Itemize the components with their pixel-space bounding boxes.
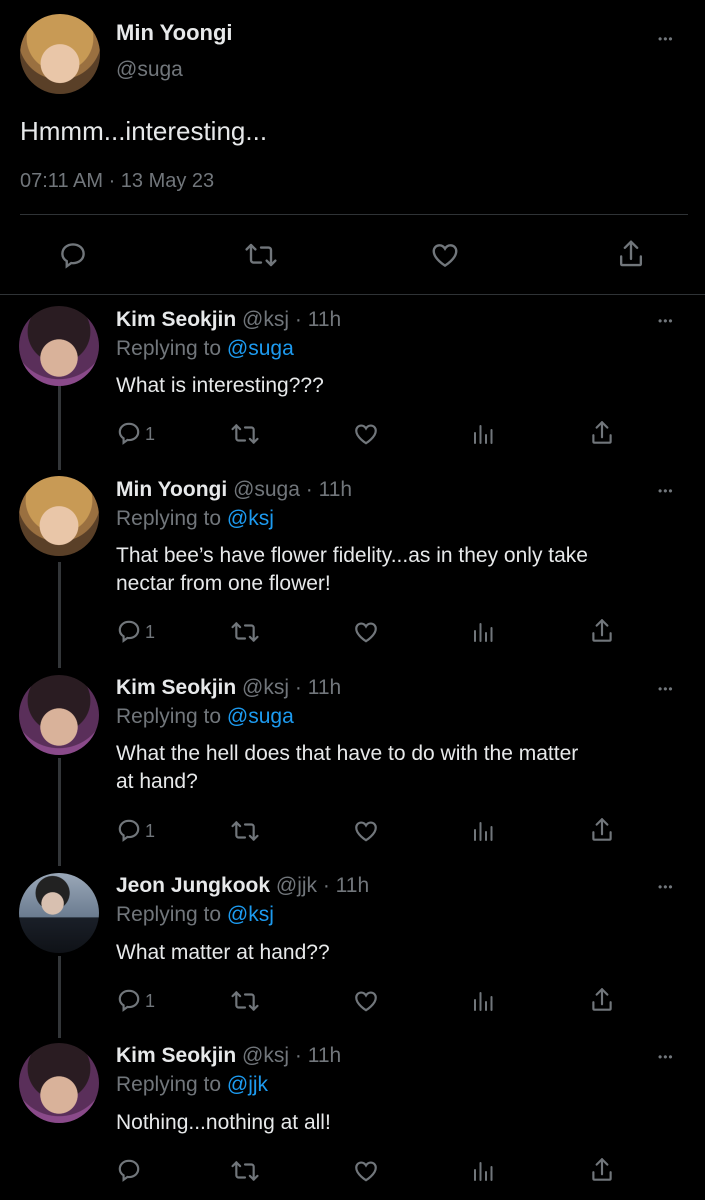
speech-bubble-icon[interactable] (58, 240, 88, 270)
replying-to-link[interactable]: @ksj (227, 507, 274, 530)
author-meta[interactable]: @suga · 11h (233, 478, 352, 501)
divider (20, 214, 688, 215)
tweet-text: What is interesting??? (116, 374, 324, 397)
avatar[interactable] (20, 14, 100, 94)
heart-icon[interactable] (353, 619, 379, 645)
reply-count: 1 (145, 991, 156, 1011)
replying-to-label: Replying to (116, 705, 227, 728)
tweet-text: What the hell does that have to do with … (116, 742, 579, 765)
author-meta[interactable]: @ksj · 11h (242, 1044, 341, 1067)
avatar[interactable] (19, 1043, 99, 1123)
avatar[interactable] (19, 873, 99, 953)
bar-chart-icon[interactable] (471, 988, 495, 1014)
heart-icon[interactable] (353, 1158, 379, 1184)
share-icon[interactable] (616, 238, 646, 270)
retweet-icon[interactable] (230, 818, 260, 844)
thread-line (58, 758, 61, 866)
retweet-icon[interactable] (230, 619, 260, 645)
tweet-text: Nothing...nothing at all! (116, 1111, 331, 1134)
heart-icon[interactable] (353, 988, 379, 1014)
retweet-icon[interactable] (230, 1158, 260, 1184)
replying-to-link[interactable]: @jjk (227, 1073, 268, 1096)
tweet-text: at hand? (116, 770, 198, 793)
thread-line (58, 562, 61, 668)
avatar[interactable] (19, 675, 99, 755)
author-name[interactable]: Min Yoongi (116, 20, 233, 46)
heart-icon[interactable] (353, 421, 379, 447)
thread-line (58, 956, 61, 1038)
replying-to-label: Replying to (116, 337, 227, 360)
bar-chart-icon[interactable] (471, 1158, 495, 1184)
speech-bubble-icon[interactable] (116, 420, 142, 446)
replying-to-link[interactable]: @suga (227, 337, 294, 360)
divider (0, 294, 705, 295)
author-meta[interactable]: @ksj · 11h (242, 308, 341, 331)
more-options-icon[interactable]: ••• (658, 33, 674, 45)
speech-bubble-icon[interactable] (116, 817, 142, 843)
bar-chart-icon[interactable] (471, 421, 495, 447)
author-meta[interactable]: @jjk · 11h (276, 874, 369, 897)
reply-count: 1 (145, 622, 156, 642)
share-icon[interactable] (589, 617, 615, 645)
bar-chart-icon[interactable] (471, 619, 495, 645)
heart-icon[interactable] (353, 818, 379, 844)
author-name[interactable]: Kim Seokjin (116, 308, 236, 331)
more-options-icon[interactable]: ••• (658, 315, 674, 327)
author-handle[interactable]: @suga (116, 58, 183, 82)
replying-to-label: Replying to (116, 903, 227, 926)
speech-bubble-icon[interactable] (116, 987, 142, 1013)
speech-bubble-icon[interactable] (116, 1157, 142, 1183)
tweet-text: Hmmm...interesting... (20, 116, 268, 146)
retweet-icon[interactable] (244, 240, 278, 270)
author-name[interactable]: Kim Seokjin (116, 676, 236, 699)
author-name[interactable]: Jeon Jungkook (116, 874, 270, 897)
more-options-icon[interactable]: ••• (658, 683, 674, 695)
more-options-icon[interactable]: ••• (658, 881, 674, 893)
avatar[interactable] (19, 306, 99, 386)
author-name[interactable]: Min Yoongi (116, 478, 227, 501)
replying-to-link[interactable]: @suga (227, 705, 294, 728)
retweet-icon[interactable] (230, 988, 260, 1014)
avatar[interactable] (19, 476, 99, 556)
share-icon[interactable] (589, 1156, 615, 1184)
replying-to-link[interactable]: @ksj (227, 903, 274, 926)
thread-line (58, 384, 61, 470)
heart-icon[interactable] (430, 240, 460, 270)
replying-to-label: Replying to (116, 1073, 227, 1096)
share-icon[interactable] (589, 419, 615, 447)
share-icon[interactable] (589, 816, 615, 844)
author-meta[interactable]: @ksj · 11h (242, 676, 341, 699)
tweet-text: That bee’s have flower fidelity...as in … (116, 544, 588, 567)
bar-chart-icon[interactable] (471, 818, 495, 844)
share-icon[interactable] (589, 986, 615, 1014)
tweet-text: What matter at hand?? (116, 941, 330, 964)
tweet-timestamp[interactable]: 07:11 AM · 13 May 23 (20, 170, 214, 193)
reply-count: 1 (145, 424, 156, 444)
replying-to-label: Replying to (116, 507, 227, 530)
reply-count: 1 (145, 821, 156, 841)
more-options-icon[interactable]: ••• (658, 485, 674, 497)
more-options-icon[interactable]: ••• (658, 1051, 674, 1063)
speech-bubble-icon[interactable] (116, 618, 142, 644)
retweet-icon[interactable] (230, 421, 260, 447)
tweet-text: nectar from one flower! (116, 572, 331, 595)
author-name[interactable]: Kim Seokjin (116, 1044, 236, 1067)
